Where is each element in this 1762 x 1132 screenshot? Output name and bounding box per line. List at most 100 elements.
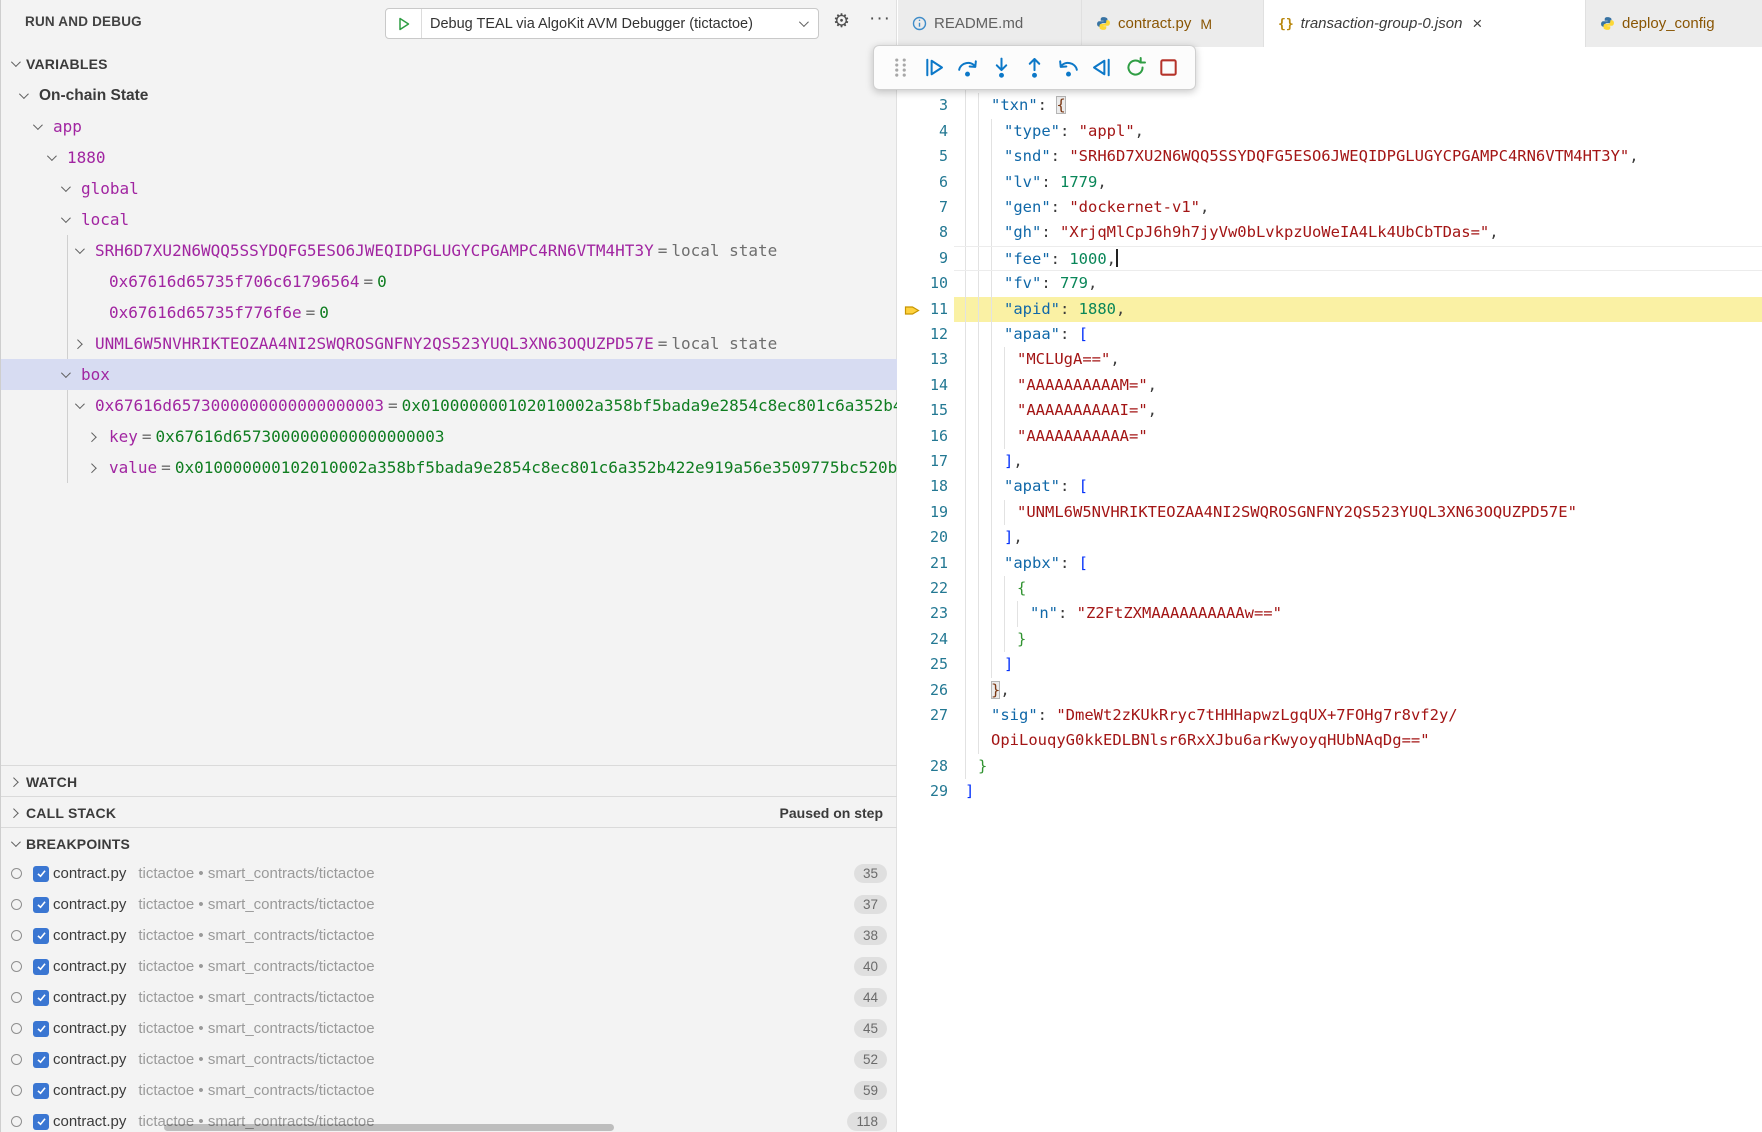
step-over-button[interactable]	[955, 55, 981, 81]
tab-transaction-group-0-json[interactable]: {}transaction-group-0.json×	[1264, 0, 1586, 47]
more-actions-icon[interactable]: ···	[869, 8, 891, 30]
breakpoint-row[interactable]: contract.pytictactoe • smart_contracts/t…	[1, 858, 897, 889]
chevron-down-icon[interactable]	[75, 399, 85, 409]
breakpoint-row[interactable]: contract.pytictactoe • smart_contracts/t…	[1, 982, 897, 1013]
chevron-down-icon[interactable]	[19, 89, 29, 99]
code-text: "snd": "SRH6D7XU2N6WQQ5SSYDQFG5ESO6JWEQI…	[954, 144, 1762, 169]
chevron-right-icon[interactable]	[87, 463, 97, 473]
variable-row-0x67616d65735f776f6e[interactable]: 0x67616d65735f776f6e=0	[1, 297, 897, 328]
indent-guide	[978, 678, 979, 703]
breakpoints-section-header[interactable]: BREAKPOINTS	[1, 828, 897, 859]
debug-config-dropdown[interactable]: Debug TEAL via AlgoKit AVM Debugger (tic…	[385, 8, 819, 39]
line-number: 20	[898, 525, 948, 550]
breakpoint-checkbox[interactable]	[33, 928, 49, 944]
indent-guide	[965, 93, 966, 118]
variable-name: 0x67616d65735f776f6e	[109, 303, 302, 322]
variable-row-1880[interactable]: 1880	[1, 142, 897, 173]
continue-button[interactable]	[921, 55, 947, 81]
tab-contract-py[interactable]: contract.pyM	[1082, 0, 1264, 47]
variable-row-0x67616d6573[interactable]: 0x67616d6573000000000000000003=0x0100000…	[1, 390, 897, 421]
horizontal-scrollbar[interactable]	[164, 1124, 614, 1131]
line-number: 13	[898, 347, 948, 372]
variable-row-global[interactable]: global	[1, 173, 897, 204]
variable-name: 0x67616d65735f706c61796564	[109, 272, 359, 291]
step-out-button[interactable]	[1022, 55, 1048, 81]
tab-deploy-config[interactable]: deploy_config	[1586, 0, 1762, 47]
indent-guide	[991, 474, 992, 499]
breakpoint-circle-icon	[11, 1085, 22, 1096]
token-p: ,	[1097, 173, 1106, 191]
callstack-section-header[interactable]: CALL STACK Paused on step	[1, 797, 897, 828]
start-debug-button[interactable]	[386, 9, 422, 38]
code-text: "type": "appl",	[954, 119, 1762, 144]
variable-row-srh6d7xu2n6w[interactable]: SRH6D7XU2N6WQQ5SSYDQFG5ESO6JWEQIDPGLUGYC…	[1, 235, 897, 266]
breakpoint-row[interactable]: contract.pytictactoe • smart_contracts/t…	[1, 1013, 897, 1044]
tab-readme-md[interactable]: README.md	[898, 0, 1082, 47]
token-p: :	[1060, 554, 1079, 572]
step-into-button[interactable]	[988, 55, 1014, 81]
variable-row-value[interactable]: value=0x010000000102010002a358bf5bada9e2…	[1, 452, 897, 483]
watch-section-header[interactable]: WATCH	[1, 766, 897, 797]
breakpoint-row[interactable]: contract.pytictactoe • smart_contracts/t…	[1, 1044, 897, 1075]
indent-guide	[965, 576, 966, 601]
breakpoint-checkbox[interactable]	[33, 897, 49, 913]
variable-name: app	[53, 117, 82, 136]
indent-guide	[1004, 347, 1005, 372]
breakpoint-checkbox[interactable]	[33, 959, 49, 975]
breakpoint-checkbox[interactable]	[33, 990, 49, 1006]
breakpoint-row[interactable]: contract.pytictactoe • smart_contracts/t…	[1, 951, 897, 982]
chevron-down-icon[interactable]	[33, 120, 43, 130]
variable-row-0x67616d6573[interactable]: 0x67616d65735f706c61796564=0	[1, 266, 897, 297]
chevron-right-icon	[9, 808, 19, 818]
breakpoint-circle-icon	[11, 1116, 22, 1127]
variable-row-unml6w5nvhri[interactable]: UNML6W5NVHRIKTEOZAA4NI2SWQROSGNFNY2QS523…	[1, 328, 897, 359]
breakpoint-row[interactable]: contract.pytictactoe • smart_contracts/t…	[1, 889, 897, 920]
code-line-5: 5"snd": "SRH6D7XU2N6WQQ5SSYDQFG5ESO6JWEQ…	[898, 144, 1762, 169]
chevron-down-icon[interactable]	[61, 182, 71, 192]
gear-icon[interactable]: ⚙	[833, 12, 850, 31]
variable-name: global	[81, 179, 139, 198]
variable-row-app[interactable]: app	[1, 111, 897, 142]
code-line-26: 26},	[898, 678, 1762, 703]
breakpoint-checkbox[interactable]	[33, 1021, 49, 1037]
chevron-down-icon[interactable]	[61, 368, 71, 378]
chevron-right-icon[interactable]	[87, 432, 97, 442]
variable-row-box[interactable]: box	[1, 359, 897, 390]
variable-row-local[interactable]: local	[1, 204, 897, 235]
token-k: "apaa"	[1004, 325, 1060, 343]
stop-button[interactable]	[1156, 55, 1182, 81]
reverse-continue-button[interactable]	[1089, 55, 1115, 81]
close-icon[interactable]: ×	[1472, 14, 1482, 34]
breakpoint-checkbox[interactable]	[33, 1083, 49, 1099]
breakpoint-row[interactable]: contract.pytictactoe • smart_contracts/t…	[1, 920, 897, 951]
breakpoint-checkbox[interactable]	[33, 866, 49, 882]
indent-guide	[1004, 576, 1005, 601]
callstack-section-label: CALL STACK	[26, 805, 116, 821]
breakpoint-line-badge: 37	[854, 895, 887, 914]
chevron-down-icon[interactable]	[61, 213, 71, 223]
token-p: ,	[1489, 223, 1498, 241]
variable-row-on-chain-state[interactable]: On-chain State	[1, 80, 897, 111]
code-line-17: 17],	[898, 449, 1762, 474]
variable-row-key[interactable]: key=0x67616d6573000000000000000003	[1, 421, 897, 452]
code-line-10: 10"fv": 779,	[898, 271, 1762, 296]
indent-guide	[991, 170, 992, 195]
token-k: "n"	[1030, 604, 1058, 622]
breakpoint-file: contract.py	[53, 865, 126, 882]
watch-section-label: WATCH	[26, 774, 77, 790]
chevron-right-icon[interactable]	[73, 339, 83, 349]
variable-value: 0x67616d6573000000000000000003	[156, 427, 445, 446]
restart-button[interactable]	[1122, 55, 1148, 81]
token-n: 1000	[1069, 250, 1106, 268]
json-editor[interactable]: 2{3"txn": {4"type": "appl",5"snd": "SRH6…	[898, 47, 1762, 1132]
breakpoint-checkbox[interactable]	[33, 1114, 49, 1130]
indent-guide	[991, 601, 992, 626]
variables-section-header[interactable]: VARIABLES	[1, 47, 896, 80]
breakpoint-row[interactable]: contract.pytictactoe • smart_contracts/t…	[1, 1075, 897, 1106]
chevron-down-icon[interactable]	[47, 151, 57, 161]
token-p: ,	[1148, 401, 1157, 419]
breakpoint-checkbox[interactable]	[33, 1052, 49, 1068]
chevron-down-icon[interactable]	[75, 244, 85, 254]
drag-handle[interactable]	[888, 55, 914, 81]
step-back-button[interactable]	[1055, 55, 1081, 81]
